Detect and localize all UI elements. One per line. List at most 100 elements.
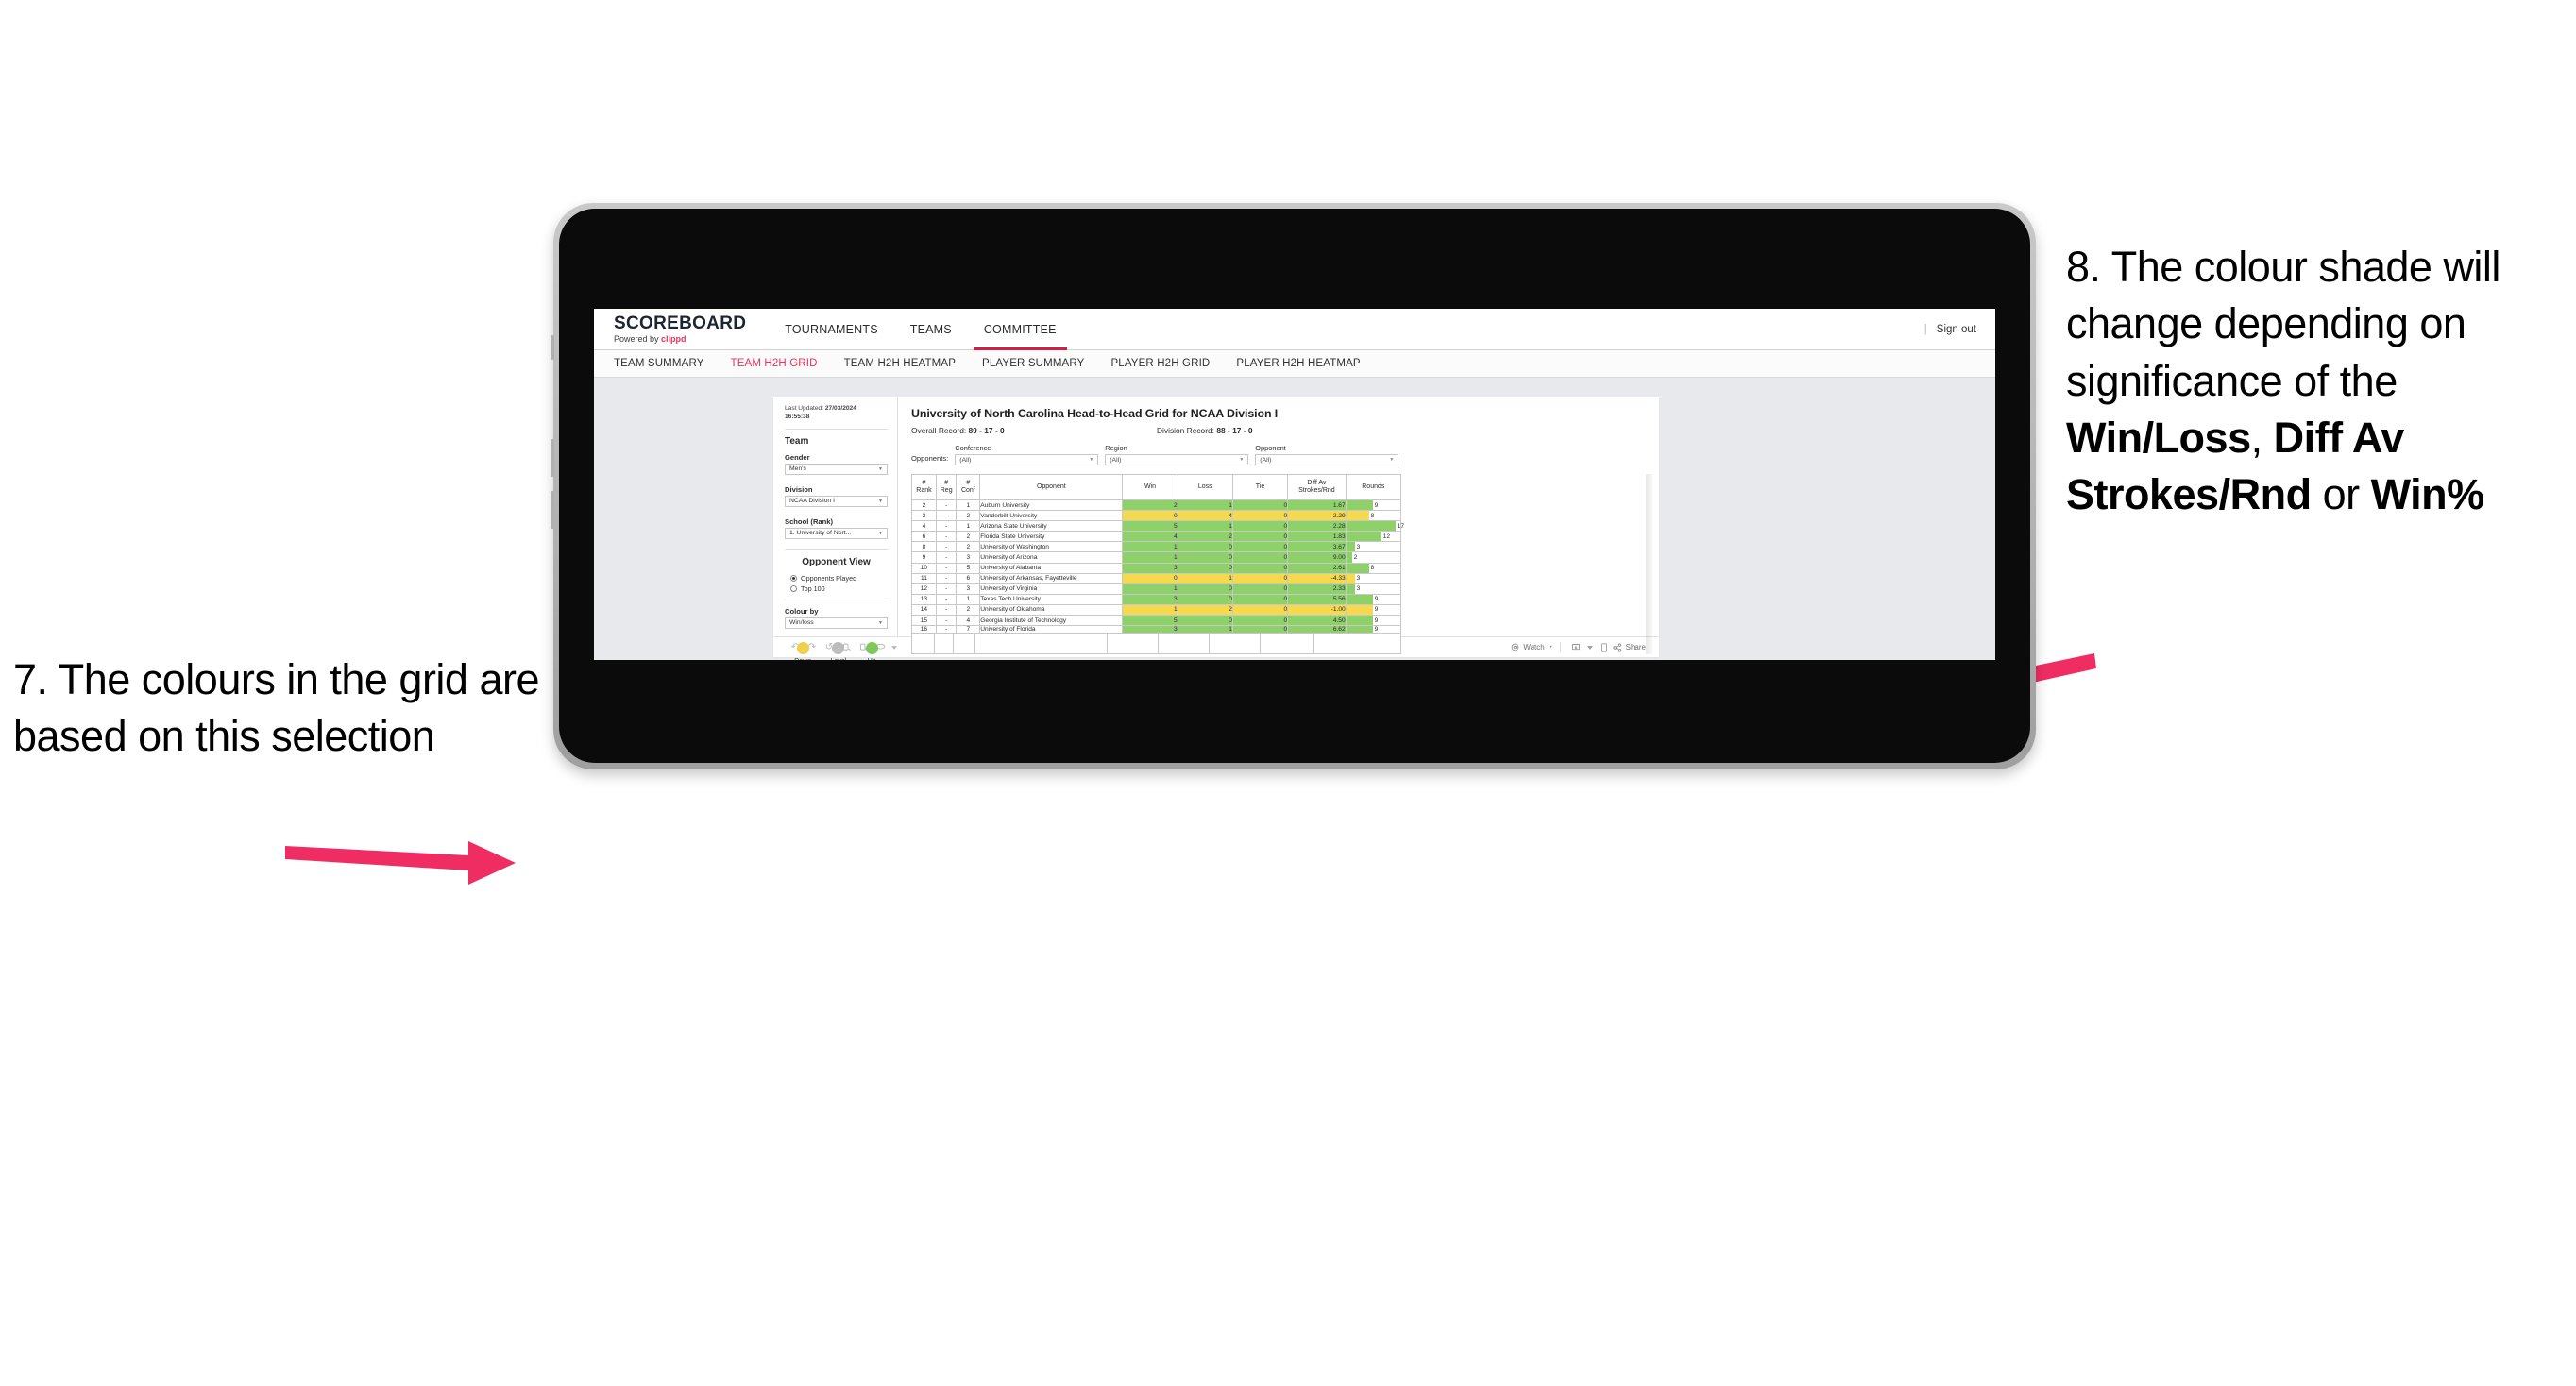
annotation-8-plain-text: , (2250, 413, 2274, 462)
nav-teams[interactable]: TEAMS (894, 309, 968, 350)
table-row[interactable]: 14-2 University of Oklahoma 1 2 0 -1.00 9 (911, 603, 1402, 617)
cell-reg: - (935, 572, 958, 584)
chevron-down-icon: ▼ (878, 498, 883, 504)
cell-reg: - (935, 510, 958, 522)
table-row[interactable]: 10-5 University of Alabama 3 0 0 2.61 8 (911, 562, 1402, 574)
cell-rounds: 3 (1345, 583, 1402, 595)
tab-team-h2h-grid[interactable]: TEAM H2H GRID (718, 358, 831, 369)
col-opponent[interactable]: Opponent (979, 474, 1124, 500)
cell-tie: 0 (1231, 572, 1289, 584)
table-row[interactable]: 16-7 University of Florida 3 1 0 6.62 9 (911, 625, 1402, 634)
col-conf[interactable]: # Conf (956, 474, 981, 500)
col-tie[interactable]: Tie (1231, 474, 1289, 500)
gender-select[interactable]: Men's ▼ (785, 463, 888, 475)
cell-opponent: University of Alabama (979, 562, 1124, 574)
cell-tie: 0 (1231, 562, 1289, 574)
select-dropdown-icon[interactable] (889, 645, 900, 650)
table-row[interactable]: 8-2 University of Washington 1 0 0 3.67 3 (911, 541, 1402, 553)
brand-name: SCOREBOARD (614, 313, 747, 333)
table-row[interactable]: 9-3 University of Arizona 1 0 0 9.00 2 (911, 551, 1402, 564)
tab-player-summary[interactable]: PLAYER SUMMARY (969, 358, 1097, 369)
device-button-power (551, 491, 554, 529)
table-row[interactable]: 12-3 University of Virginia 1 0 0 2.33 3 (911, 583, 1402, 595)
table-row[interactable]: 3-2 Vanderbilt University 0 4 0 -2.29 8 (911, 510, 1402, 522)
col-reg[interactable]: # Reg (935, 474, 958, 500)
tab-player-h2h-grid[interactable]: PLAYER H2H GRID (1097, 358, 1223, 369)
page-title: University of North Carolina Head-to-Hea… (911, 407, 1279, 420)
cell-reg: - (935, 551, 958, 564)
nav-tournaments[interactable]: TOURNAMENTS (769, 309, 894, 350)
table-row[interactable]: 15-4 Georgia Institute of Technology 5 0 0 4.… (911, 615, 1402, 627)
cell-tie: 0 (1231, 603, 1289, 617)
radio-top-100[interactable]: Top 100 (790, 584, 888, 593)
cell-loss: 0 (1177, 541, 1233, 553)
cell-conf: 6 (956, 572, 981, 584)
table-row[interactable]: 4-1 Arizona State University 5 1 0 2.28 17 (911, 520, 1404, 532)
filter-panel: Last Updated: 27/03/2024 16:55:38 Team G… (773, 397, 898, 660)
nav-committee[interactable]: COMMITTEE (968, 309, 1073, 350)
radio-icon (790, 584, 797, 592)
cell-rounds: 12 (1345, 531, 1402, 543)
colour-by-select[interactable]: Win/loss ▼ (785, 617, 888, 629)
brand-tagline-accent: clippd (661, 334, 686, 344)
team-section-heading: Team (785, 435, 809, 447)
col-rounds[interactable]: Rounds (1345, 474, 1402, 500)
legend-item-down: Down (794, 641, 811, 660)
cell-loss: 0 (1177, 551, 1233, 564)
tablet-device: SCOREBOARD Powered by clippd TOURNAMENTS… (551, 203, 2036, 769)
cell-diff: 2.33 (1287, 583, 1347, 595)
table-row[interactable]: 13-1 Texas Tech University 3 0 0 5.56 9 (911, 593, 1402, 605)
tab-player-h2h-heatmap[interactable]: PLAYER H2H HEATMAP (1223, 358, 1373, 369)
table-scrollbar[interactable] (1646, 474, 1654, 655)
school-select[interactable]: 1. University of Nort... ▼ (785, 527, 888, 539)
tab-team-summary[interactable]: TEAM SUMMARY (594, 358, 718, 369)
cell-win: 3 (1122, 625, 1178, 634)
cell-conf: 4 (956, 615, 981, 627)
colour-by-value: Win/loss (789, 619, 814, 627)
table-row[interactable]: 6-2 Florida State University 4 2 0 1.83 12 (911, 531, 1402, 543)
region-select[interactable]: (All) ▼ (1105, 454, 1249, 465)
cell-loss: 1 (1177, 520, 1233, 532)
division-label: Division (785, 484, 813, 494)
cell-rounds: 9 (1345, 615, 1402, 627)
brand-logo[interactable]: SCOREBOARD Powered by clippd (614, 314, 746, 344)
annotation-8-plain-text: or (2311, 470, 2371, 519)
opponent-view-heading: Opponent View (802, 556, 871, 567)
conference-select[interactable]: (All) ▼ (955, 454, 1099, 465)
sign-out-link[interactable]: Sign out (1937, 324, 1976, 335)
cell-tie: 0 (1231, 520, 1289, 532)
table-filler-cell (1261, 634, 1314, 654)
opponents-label: Opponents: (911, 454, 949, 463)
radio-icon-selected (790, 574, 797, 582)
legend-item-level: Level (831, 641, 847, 660)
cell-diff: 9.00 (1287, 551, 1347, 564)
col-rank[interactable]: # Rank (911, 474, 937, 500)
table-filler-cell (954, 634, 975, 654)
col-win[interactable]: Win (1122, 474, 1178, 500)
cell-reg: - (935, 541, 958, 553)
cell-rounds: 9 (1345, 499, 1402, 512)
table-filler-cell (935, 634, 954, 654)
col-diff-av-strokes[interactable]: Diff Av Strokes/Rnd (1287, 474, 1347, 500)
opponent-select[interactable]: (All) ▼ (1255, 454, 1399, 465)
table-row[interactable]: 2-1 Auburn University 2 1 0 1.67 9 (911, 499, 1402, 512)
radio-opponents-played[interactable]: Opponents Played (790, 574, 888, 583)
table-filler-cell (1108, 634, 1159, 654)
radio-opponents-played-label: Opponents Played (801, 573, 857, 583)
tab-team-h2h-heatmap[interactable]: TEAM H2H HEATMAP (831, 358, 969, 369)
annotation-7-arrow (285, 841, 516, 885)
cell-opponent: Arizona State University (979, 520, 1124, 532)
table-body: 2-1 Auburn University 2 1 0 1.67 9 3-2 Vanderbil… (911, 499, 1404, 634)
cell-diff: 5.56 (1287, 593, 1347, 605)
table-row[interactable]: 11-6 University of Arkansas, Fayetteville… (911, 572, 1402, 584)
annotation-8-bold-term: Win/Loss (2066, 413, 2251, 462)
cell-rank: 6 (911, 531, 937, 543)
division-select[interactable]: NCAA Division I ▼ (785, 495, 888, 507)
legend-label-up: Up (868, 658, 876, 660)
radio-top-100-label: Top 100 (801, 583, 825, 593)
table-header-row: # Rank # Reg # Conf Opponent Win Loss Tie D… (911, 474, 1402, 500)
cell-loss: 0 (1177, 615, 1233, 627)
col-loss[interactable]: Loss (1177, 474, 1233, 500)
legend-label-level: Level (831, 658, 847, 660)
cell-reg: - (935, 583, 958, 595)
